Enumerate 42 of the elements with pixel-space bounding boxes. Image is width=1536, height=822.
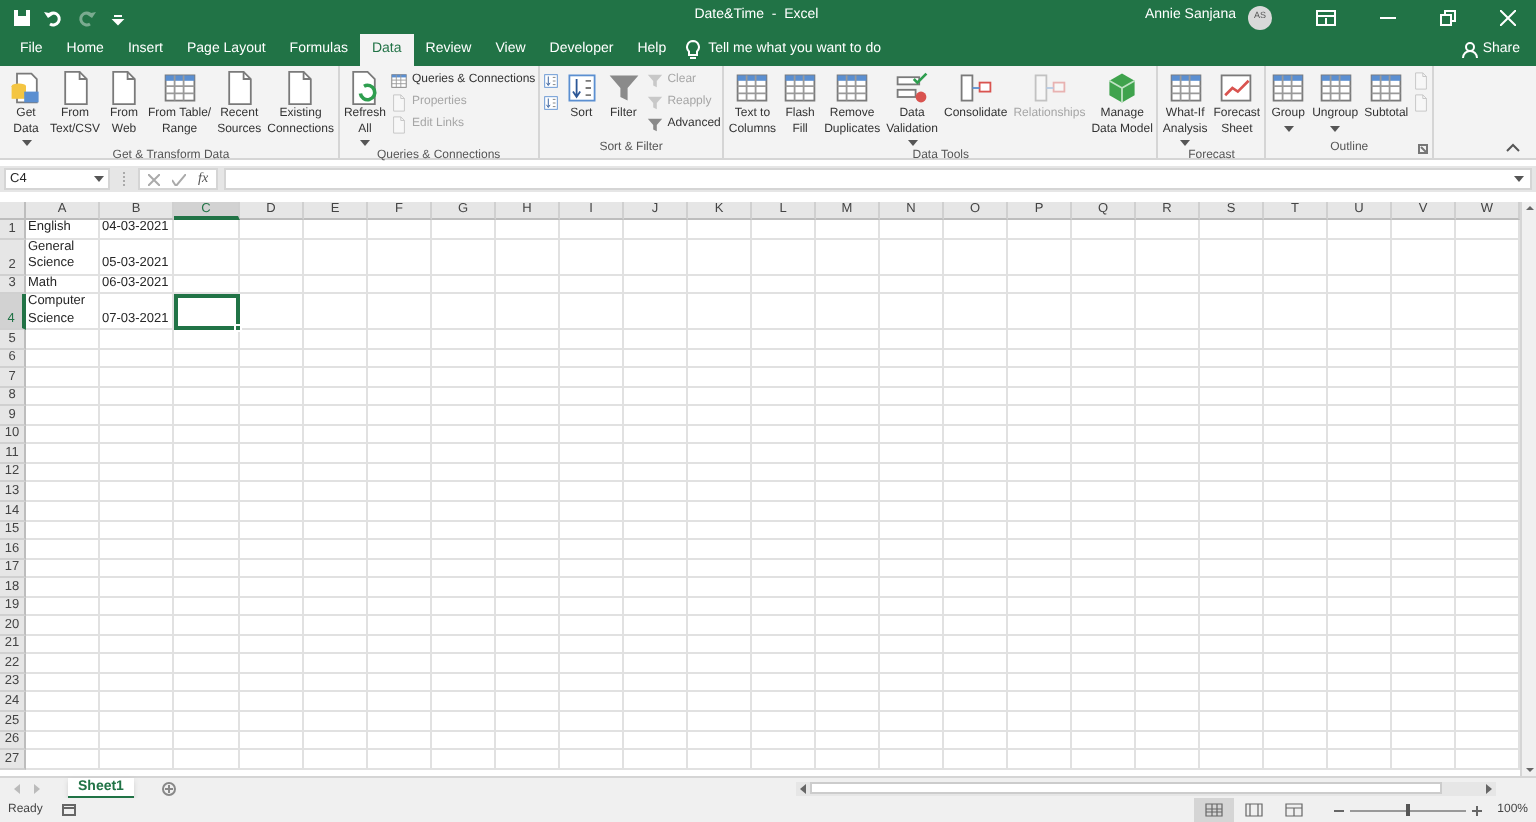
funnel-icon bbox=[605, 70, 642, 106]
connector-icon bbox=[1031, 70, 1068, 106]
undo-icon[interactable] bbox=[44, 7, 64, 27]
person-icon bbox=[1462, 42, 1479, 58]
view-button[interactable] bbox=[1193, 798, 1234, 822]
ribbon-icon-button[interactable] bbox=[541, 70, 560, 90]
collapse-ribbon-icon[interactable] bbox=[1506, 142, 1520, 152]
document-icon bbox=[389, 115, 408, 133]
close-icon[interactable] bbox=[1500, 9, 1516, 25]
zoom-in-icon[interactable] bbox=[1471, 805, 1482, 815]
ribbon-icon-button[interactable] bbox=[541, 92, 560, 112]
horizontal-scrollbar[interactable] bbox=[795, 781, 1496, 795]
document-icon bbox=[1412, 71, 1431, 89]
save-icon[interactable] bbox=[12, 7, 32, 27]
fill-handle[interactable] bbox=[234, 324, 242, 333]
document-icon bbox=[389, 93, 408, 111]
zoom-out-icon[interactable] bbox=[1333, 805, 1344, 815]
normal-view-icon bbox=[1203, 802, 1224, 818]
scroll-up-icon[interactable] bbox=[1523, 202, 1535, 214]
page-break-view-icon bbox=[1283, 802, 1304, 818]
page-layout-view-icon bbox=[1243, 802, 1264, 818]
table-icon bbox=[389, 71, 408, 89]
macro-record-icon[interactable] bbox=[62, 804, 77, 816]
scroll-left-icon[interactable] bbox=[797, 783, 808, 793]
caret-icon bbox=[1514, 175, 1524, 183]
document-icon bbox=[1412, 93, 1431, 111]
scroll-right-icon[interactable] bbox=[1484, 783, 1494, 793]
dialog-launcher-icon[interactable] bbox=[1418, 144, 1429, 154]
vertical-scrollbar[interactable] bbox=[1520, 202, 1536, 776]
active-cell[interactable] bbox=[174, 294, 240, 331]
zoom-slider-thumb[interactable] bbox=[1405, 804, 1410, 816]
lightbulb-icon bbox=[686, 40, 701, 60]
add-sheet-icon[interactable] bbox=[161, 781, 176, 795]
drag-handle-icon[interactable] bbox=[122, 172, 126, 186]
sort-icon bbox=[541, 71, 560, 89]
restore-icon[interactable] bbox=[1440, 9, 1456, 25]
cube-icon bbox=[1104, 70, 1141, 106]
sort-icon bbox=[541, 93, 560, 111]
caret-icon bbox=[94, 175, 104, 183]
ribbon-display-icon[interactable] bbox=[1316, 9, 1336, 25]
zoom-slider[interactable] bbox=[1349, 804, 1466, 816]
formula-field[interactable] bbox=[224, 168, 1532, 190]
